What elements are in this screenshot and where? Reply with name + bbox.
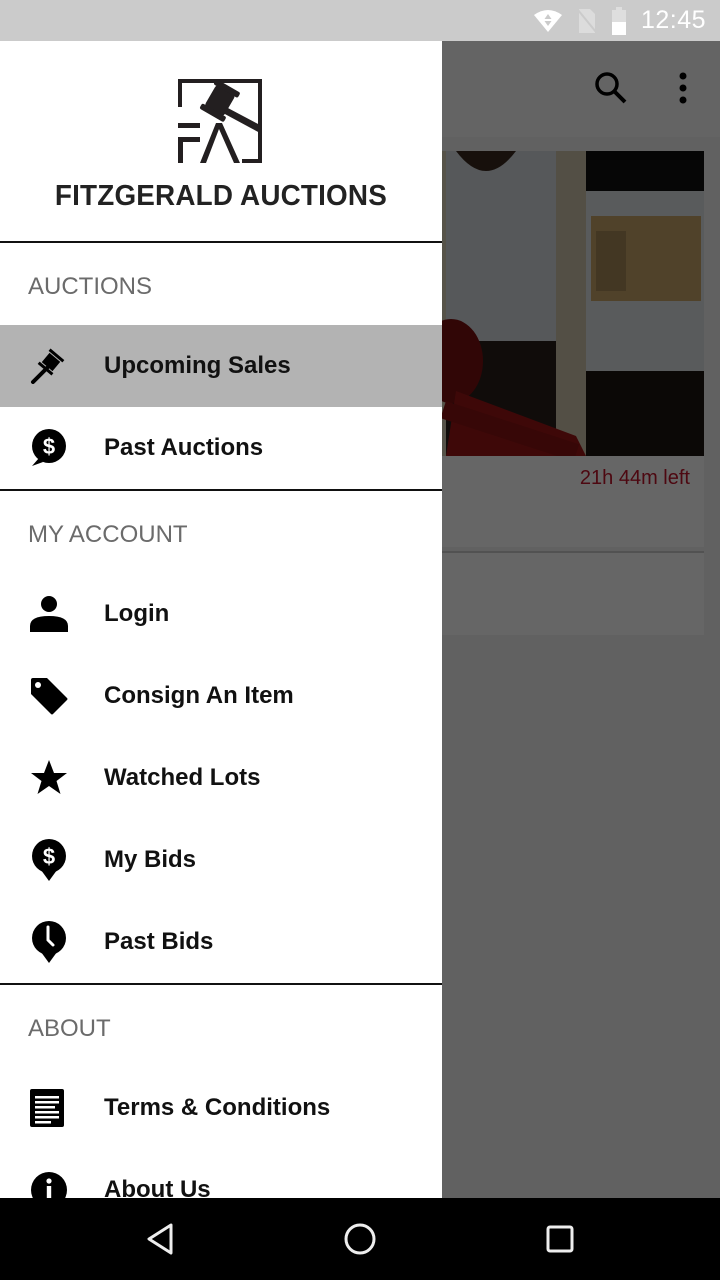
drawer-item-label: Past Auctions xyxy=(104,434,264,461)
navigation-drawer: FITZGERALD AUCTIONS AUCTIONS Upcoming Sa… xyxy=(0,41,442,1198)
drawer-item-label: Upcoming Sales xyxy=(104,352,291,379)
section-title: ABOUT xyxy=(28,1015,111,1042)
drawer-item-label: Terms & Conditions xyxy=(104,1094,331,1121)
clock: 12:45 xyxy=(640,6,706,34)
drawer-item-login[interactable]: Login xyxy=(0,573,442,655)
drawer-item-label: My Bids xyxy=(104,846,197,873)
drawer-item-past-bids[interactable]: Past Bids xyxy=(0,901,442,983)
drawer-item-label: Login xyxy=(104,600,170,627)
drawer-item-upcoming-sales[interactable]: Upcoming Sales xyxy=(0,325,442,407)
gavel-icon xyxy=(0,348,104,384)
star-icon xyxy=(0,758,104,798)
drawer-item-label: Past Bids xyxy=(104,928,214,955)
drawer-item-consign[interactable]: Consign An Item xyxy=(0,655,442,737)
drawer-item-watched-lots[interactable]: Watched Lots xyxy=(0,737,442,819)
drawer-item-label: About Us xyxy=(104,1176,211,1198)
brand-logo-icon xyxy=(176,77,266,172)
clock-pin-icon xyxy=(0,920,104,964)
system-nav-bar xyxy=(0,1198,720,1280)
drawer-item-terms[interactable]: Terms & Conditions xyxy=(0,1067,442,1149)
status-bar: 12:45 xyxy=(0,0,720,41)
no-sim-icon xyxy=(577,8,597,34)
section-about: ABOUT Terms & Conditions About Us xyxy=(0,985,442,1198)
document-icon xyxy=(0,1088,104,1128)
svg-text:$: $ xyxy=(43,844,55,869)
drawer-item-label: Consign An Item xyxy=(104,682,294,709)
section-title: AUCTIONS xyxy=(28,273,153,300)
dollar-pin-icon: $ xyxy=(0,838,104,882)
drawer-item-label: Watched Lots xyxy=(104,764,261,791)
svg-text:$: $ xyxy=(43,434,55,459)
brand-name: FITZGERALD AUCTIONS xyxy=(54,180,388,212)
drawer-item-past-auctions[interactable]: $ Past Auctions xyxy=(0,407,442,489)
section-auctions: AUCTIONS Upcoming Sales $ Past Auctions xyxy=(0,243,442,491)
screen: 12:45 FITZGERALD AUCTIONS AUCTIONS Upcom… xyxy=(0,0,720,1280)
section-my-account: MY ACCOUNT Login Consign An Item Watched… xyxy=(0,491,442,985)
battery-icon xyxy=(611,6,627,35)
drawer-item-my-bids[interactable]: $ My Bids xyxy=(0,819,442,901)
drawer-header: FITZGERALD AUCTIONS xyxy=(0,41,442,243)
tag-icon xyxy=(0,676,104,716)
info-icon xyxy=(0,1170,104,1198)
recents-button[interactable] xyxy=(510,1223,610,1255)
section-title: MY ACCOUNT xyxy=(28,521,188,548)
person-icon xyxy=(0,594,104,634)
wifi-icon xyxy=(533,9,563,33)
drawer-item-about-us[interactable]: About Us xyxy=(0,1149,442,1198)
back-button[interactable] xyxy=(110,1222,210,1256)
dollar-bubble-icon: $ xyxy=(0,428,104,468)
home-button[interactable] xyxy=(310,1221,410,1257)
